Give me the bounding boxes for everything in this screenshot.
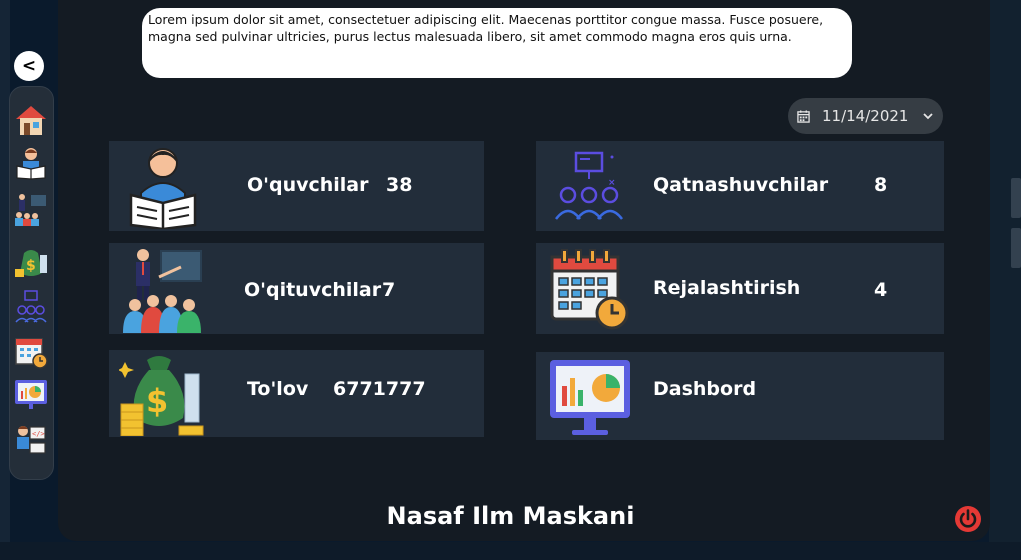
calendar-clock-icon xyxy=(550,249,629,330)
background-bottom xyxy=(0,542,1021,560)
dashboard-monitor-icon xyxy=(550,360,630,435)
intro-text: Lorem ipsum dolor sit amet, consectetuer… xyxy=(148,12,824,44)
date-value: 11/14/2021 xyxy=(822,107,909,125)
card-participants[interactable]: × Qatnashuvchilar 8 xyxy=(536,141,944,231)
sidebar-item-home[interactable] xyxy=(12,101,50,139)
card-students[interactable]: O'quvchilar 38 xyxy=(109,141,484,231)
chevron-down-icon xyxy=(923,113,933,120)
reader-icon xyxy=(16,148,46,180)
sidebar-item-schedule[interactable] xyxy=(12,332,50,370)
card-students-label: O'quvchilar xyxy=(247,174,369,196)
card-schedule[interactable]: Rejalashtirish 4 xyxy=(536,243,944,334)
background-right-strip xyxy=(989,0,1021,560)
sidebar-item-dashboard[interactable] xyxy=(12,376,50,414)
svg-text:$: $ xyxy=(146,382,168,420)
svg-text:×: × xyxy=(608,178,616,188)
svg-text:</>: </> xyxy=(32,430,45,438)
date-picker[interactable]: 11/14/2021 xyxy=(788,98,943,134)
card-payment-label: To'lov xyxy=(247,378,309,400)
sidebar-item-developer[interactable]: </> xyxy=(12,420,50,458)
calendar-icon xyxy=(15,338,48,369)
card-schedule-label: Rejalashtirish xyxy=(653,277,801,299)
teacher-icon xyxy=(15,194,46,226)
student-reading-icon xyxy=(129,148,197,229)
card-teachers-label: O'qituvchilar xyxy=(244,279,382,301)
footer-title: Nasaf Ilm Maskani xyxy=(386,502,635,530)
money-bag-icon: $ xyxy=(119,356,204,436)
background-chip xyxy=(1011,178,1021,218)
participants-icon xyxy=(15,290,47,323)
background-chip xyxy=(1011,228,1021,268)
card-dashboard[interactable]: Dashbord xyxy=(536,352,944,440)
card-students-value: 38 xyxy=(386,174,413,196)
teacher-class-icon xyxy=(123,249,202,333)
card-payment[interactable]: $ To'lov 6771777 xyxy=(109,350,484,437)
sidebar: $ </> xyxy=(9,86,54,480)
sidebar-item-participants[interactable] xyxy=(12,287,50,325)
card-teachers-value: 7 xyxy=(382,279,396,301)
card-schedule-value: 4 xyxy=(874,279,888,301)
sidebar-item-students[interactable] xyxy=(12,144,50,182)
home-icon xyxy=(16,106,46,135)
card-participants-label: Qatnashuvchilar xyxy=(653,174,829,196)
participants-icon: × xyxy=(555,151,623,220)
card-payment-value: 6771777 xyxy=(333,378,426,400)
power-icon[interactable] xyxy=(954,505,982,533)
card-teachers[interactable]: O'qituvchilar 7 xyxy=(109,243,484,334)
dashboard-icon xyxy=(15,380,47,409)
svg-text:$: $ xyxy=(26,258,36,274)
developer-icon: </> xyxy=(17,426,46,454)
sidebar-item-teachers[interactable] xyxy=(12,190,50,228)
calendar-small-icon xyxy=(797,109,810,123)
back-button[interactable]: < xyxy=(14,51,44,81)
card-participants-value: 8 xyxy=(874,174,888,196)
card-dashboard-label: Dashbord xyxy=(653,378,757,400)
money-icon: $ xyxy=(15,250,47,277)
intro-textbox[interactable]: Lorem ipsum dolor sit amet, consectetuer… xyxy=(142,8,852,78)
sidebar-item-payment[interactable]: $ xyxy=(12,242,50,280)
